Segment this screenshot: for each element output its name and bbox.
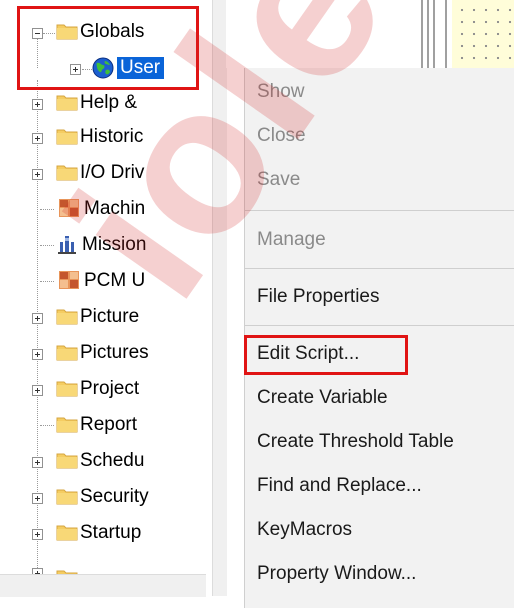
folder-icon <box>56 309 78 325</box>
pcm-icon <box>59 271 79 289</box>
expand-icon[interactable] <box>32 349 43 360</box>
folder-icon <box>56 489 78 505</box>
tree-item-pcm[interactable]: PCM U <box>0 268 200 294</box>
tree-item-label: PCM U <box>84 270 146 291</box>
folder-icon <box>56 95 78 111</box>
menu-item-keymacros[interactable]: KeyMacros <box>257 518 352 542</box>
tree-item-label: Historic <box>80 126 144 147</box>
menu-item-show[interactable]: Show <box>257 80 305 104</box>
menu-item-property-window[interactable]: Property Window... <box>257 562 416 586</box>
machine-icon <box>59 199 79 217</box>
menu-item-close[interactable]: Close <box>257 124 306 148</box>
tree-item-label: Machin <box>84 198 146 219</box>
expand-icon[interactable] <box>32 313 43 324</box>
tree-item-label: Report <box>80 414 138 435</box>
tree-item-label: Schedu <box>80 450 145 471</box>
tree-item-help[interactable]: Help & <box>0 90 200 116</box>
tree-item-partial[interactable] <box>0 560 200 574</box>
menu-item-find-replace[interactable]: Find and Replace... <box>257 474 422 498</box>
tree-connector <box>40 425 54 426</box>
horizontal-scrollbar[interactable] <box>0 574 206 597</box>
tree-item-schedule[interactable]: Schedu <box>0 448 200 474</box>
expand-icon[interactable] <box>32 529 43 540</box>
folder-icon <box>56 165 78 181</box>
folder-icon <box>56 453 78 469</box>
folder-icon <box>56 24 78 40</box>
expand-icon[interactable] <box>32 385 43 396</box>
menu-separator <box>245 268 514 269</box>
context-menu: Show Close Save Manage File Properties E… <box>244 68 514 608</box>
menu-item-create-variable[interactable]: Create Variable <box>257 386 388 410</box>
expand-icon[interactable] <box>32 99 43 110</box>
tree-item-label: Security <box>80 486 149 507</box>
tree-item-project[interactable]: Project <box>0 376 200 402</box>
tree-item-pictures[interactable]: Pictures <box>0 340 200 366</box>
tree-vertical-scrollbar[interactable] <box>212 0 227 596</box>
menu-item-file-properties[interactable]: File Properties <box>257 285 380 309</box>
collapse-icon[interactable] <box>32 28 43 39</box>
tree-connector <box>40 281 54 282</box>
folder-icon <box>56 525 78 541</box>
tree-connector <box>40 245 54 246</box>
mission-icon <box>58 236 76 254</box>
tree-item-picture[interactable]: Picture <box>0 304 200 330</box>
tree-item-label: Mission <box>82 234 147 255</box>
expand-icon[interactable] <box>32 457 43 468</box>
project-tree: Globals User Help & Historic I/O Driv Ma… <box>0 0 206 596</box>
tree-item-historic[interactable]: Historic <box>0 124 200 150</box>
expand-icon[interactable] <box>70 64 81 75</box>
tree-connector <box>40 209 54 210</box>
expand-icon[interactable] <box>32 133 43 144</box>
folder-icon <box>56 381 78 397</box>
tree-item-label: Startup <box>80 522 142 543</box>
tree-item-globals[interactable]: Globals <box>0 20 200 46</box>
tree-item-startup[interactable]: Startup <box>0 520 200 546</box>
expand-icon[interactable] <box>32 493 43 504</box>
tree-item-label: Project <box>80 378 140 399</box>
globe-icon <box>92 57 114 79</box>
tree-item-io-drivers[interactable]: I/O Driv <box>0 160 200 186</box>
tree-item-security[interactable]: Security <box>0 484 200 510</box>
tree-item-label: I/O Driv <box>80 162 145 183</box>
editor-top-area <box>226 0 452 68</box>
menu-item-manage[interactable]: Manage <box>257 228 326 252</box>
picture-canvas[interactable] <box>452 0 514 72</box>
menu-separator <box>245 210 514 211</box>
tree-item-label: Globals <box>80 21 145 42</box>
menu-item-create-threshold-table[interactable]: Create Threshold Table <box>257 430 454 454</box>
tree-item-report[interactable]: Report <box>0 412 200 438</box>
tree-item-user[interactable]: User <box>0 56 200 82</box>
menu-item-save[interactable]: Save <box>257 168 300 192</box>
menu-item-edit-script[interactable]: Edit Script... <box>257 342 359 366</box>
menu-separator <box>245 325 514 326</box>
expand-icon[interactable] <box>32 169 43 180</box>
tree-item-label: Help & <box>80 92 138 113</box>
tree-item-label: Pictures <box>80 342 149 363</box>
tree-item-mission[interactable]: Mission <box>0 232 200 258</box>
folder-icon <box>56 345 78 361</box>
folder-icon <box>56 417 78 433</box>
tree-item-machine[interactable]: Machin <box>0 196 200 222</box>
tree-item-label: Picture <box>80 306 140 327</box>
tree-item-label: User <box>117 57 165 79</box>
folder-icon <box>56 129 78 145</box>
